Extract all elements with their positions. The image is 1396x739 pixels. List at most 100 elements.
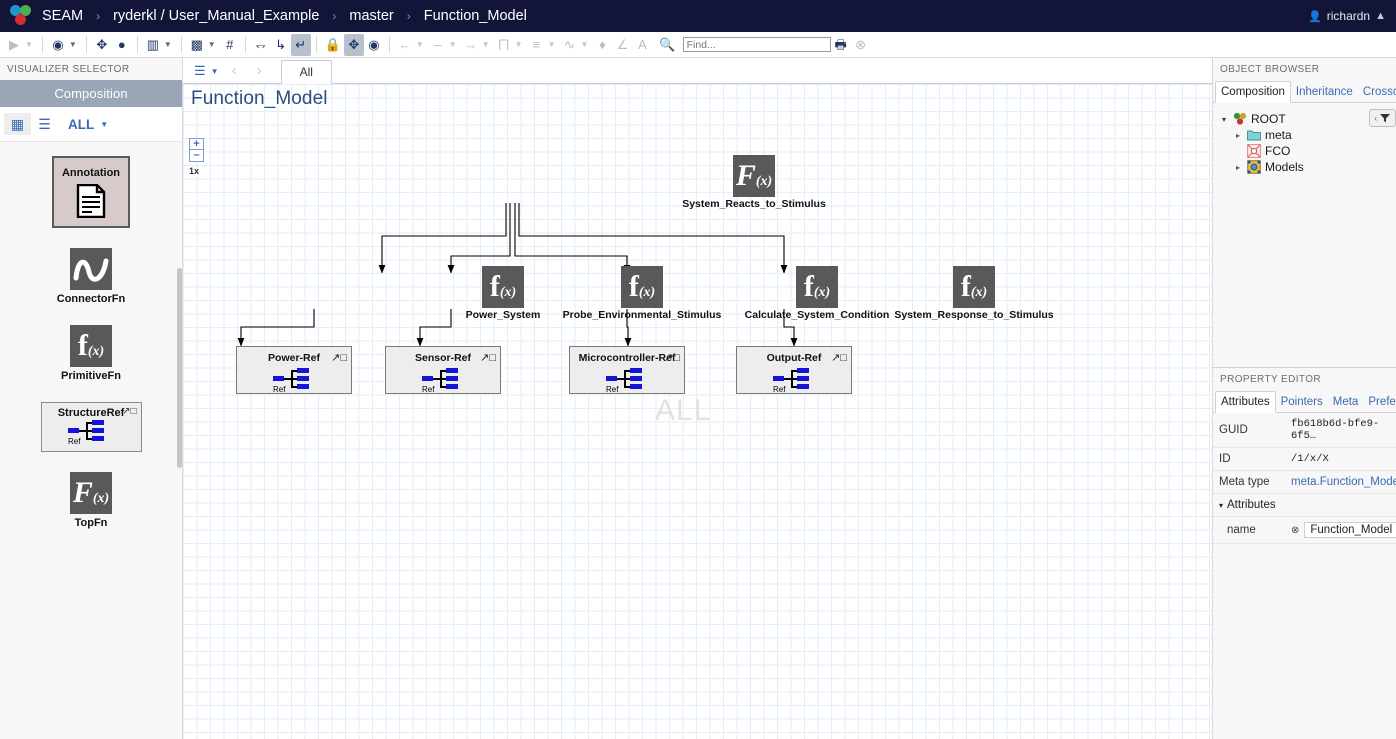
property-value[interactable]: /1/x/X xyxy=(1291,453,1390,465)
split-view-caret-icon[interactable]: ▼ xyxy=(163,40,176,49)
forward-arrow-button[interactable]: → xyxy=(461,34,481,56)
ref-tree-icon: Ref xyxy=(773,368,819,395)
tree-filter-button[interactable]: ‹ xyxy=(1369,109,1396,127)
minus-caret-icon[interactable]: ▼ xyxy=(448,40,461,49)
tab-attributes[interactable]: Attributes xyxy=(1215,391,1276,413)
grid-view-icon[interactable]: ▦ xyxy=(4,113,31,135)
diagram-node-probe-environmental-stimulus[interactable]: f(x) Probe_Environmental_Stimulus xyxy=(552,266,732,321)
settings-sliders-button[interactable]: ⨅ xyxy=(494,34,514,56)
prev-tab-button[interactable]: ‹ xyxy=(222,62,247,83)
breadcrumb-model[interactable]: Function_Model xyxy=(424,8,527,24)
grid-caret-icon[interactable]: ▼ xyxy=(207,40,220,49)
part-item-annotation[interactable]: Annotation xyxy=(0,156,182,228)
search-icon[interactable]: 🔍 xyxy=(656,34,678,56)
user-menu[interactable]: 👤 richardn ▲ xyxy=(1308,0,1386,32)
lock-button[interactable]: 🔒 xyxy=(322,34,344,56)
tree-node-root[interactable]: ▾ ROOT xyxy=(1217,111,1392,127)
line-tool-button[interactable]: ⥐ xyxy=(251,34,271,56)
tree-node-fco[interactable]: FCO xyxy=(1217,143,1392,159)
search-input[interactable] xyxy=(682,37,831,52)
pan-button[interactable]: ✥ xyxy=(343,33,364,56)
list-view-icon[interactable]: ☰ xyxy=(31,113,58,135)
part-item-primitivefn[interactable]: f(x) PrimitiveFn xyxy=(0,325,182,382)
split-view-button[interactable]: ▥ xyxy=(143,34,163,56)
part-item-structureref[interactable]: ↗□ StructureRef Ref xyxy=(0,402,182,452)
visualizer-composition-item[interactable]: Composition xyxy=(0,80,182,107)
elbow-line-button[interactable]: ↳ xyxy=(271,34,291,56)
external-link-icon[interactable]: ↗□ xyxy=(831,351,847,364)
part-item-connectorfn[interactable]: ConnectorFn xyxy=(0,248,182,305)
font-button[interactable]: A xyxy=(632,34,652,56)
breadcrumb-branch[interactable]: master xyxy=(349,8,393,24)
grid-button[interactable]: ▩ xyxy=(187,34,207,56)
clear-icon[interactable]: ⊗ xyxy=(851,34,871,56)
fill-color-button[interactable]: ♦ xyxy=(592,34,612,56)
diagram-canvas[interactable]: Function_Model + – 1x ALL F(x) System_Re… xyxy=(183,84,1212,739)
tree-node-models[interactable]: ▸ Models xyxy=(1217,159,1392,175)
move-button[interactable]: ✥ xyxy=(92,34,112,56)
diagram-ref-power-ref[interactable]: ↗□ Power-Ref Ref xyxy=(236,346,352,394)
list-menu-icon: ☰ xyxy=(194,63,206,78)
auto-route-button[interactable]: ↵ xyxy=(290,33,311,56)
tab-all[interactable]: All xyxy=(280,60,332,84)
chevron-expanded-icon[interactable]: ▾ xyxy=(1219,115,1229,124)
app-name[interactable]: SEAM xyxy=(42,8,83,24)
name-field[interactable]: Function_Model xyxy=(1304,522,1396,538)
object-browser-tabs: Composition Inheritance Crosscut xyxy=(1213,80,1396,103)
run-button[interactable]: ▶ xyxy=(4,34,24,56)
curve-button[interactable]: ∿ xyxy=(559,34,579,56)
tree-node-meta[interactable]: ▸ meta xyxy=(1217,127,1392,143)
back-caret-icon[interactable]: ▼ xyxy=(415,40,428,49)
tab-crosscut[interactable]: Crosscut xyxy=(1358,82,1396,102)
diagram-ref-microcontroller-ref[interactable]: ↗□ Microcontroller-Ref Ref xyxy=(569,346,685,394)
tab-preferences[interactable]: Preferences xyxy=(1363,392,1396,412)
diagram-node-system-response-to-stimulus[interactable]: f(x) System_Response_to_Stimulus xyxy=(884,266,1064,321)
curve-caret-icon[interactable]: ▼ xyxy=(579,40,592,49)
external-link-icon[interactable]: ↗□ xyxy=(480,351,496,364)
run-dropdown-caret-icon[interactable]: ▼ xyxy=(24,40,37,49)
eject-icon[interactable]: ▲ xyxy=(1375,10,1386,22)
breadcrumb-project[interactable]: ryderkl / User_Manual_Example xyxy=(113,8,319,24)
zoom-out-button[interactable]: – xyxy=(189,150,204,162)
property-value-link[interactable]: meta.Function_Model xyxy=(1291,476,1396,488)
part-label: StructureRef xyxy=(57,407,125,419)
fx-icon: f(x) xyxy=(796,266,838,308)
seam-logo-icon[interactable] xyxy=(10,5,32,27)
left-panel-scrollbar[interactable] xyxy=(177,268,182,468)
print-icon[interactable]: 🖶 xyxy=(831,34,851,56)
snap-grid-button[interactable]: # xyxy=(220,34,240,56)
chevron-collapsed-icon[interactable]: ▸ xyxy=(1233,163,1243,172)
diagram-node-root[interactable]: F(x) System_Reacts_to_Stimulus xyxy=(664,155,844,210)
visualizer-selector-title: VISUALIZER SELECTOR xyxy=(0,58,182,80)
diagram-ref-sensor-ref[interactable]: ↗□ Sensor-Ref Ref xyxy=(385,346,501,394)
check-dropdown-caret-icon[interactable]: ▼ xyxy=(68,40,81,49)
diagram-ref-output-ref[interactable]: ↗□ Output-Ref Ref xyxy=(736,346,852,394)
align-caret-icon[interactable]: ▼ xyxy=(547,40,560,49)
minus-button[interactable]: – xyxy=(428,34,448,56)
part-filter-dropdown[interactable]: ALL ▼ xyxy=(68,117,108,132)
attributes-section-header[interactable]: ▾ Attributes xyxy=(1213,494,1396,517)
back-arrow-button[interactable]: ← xyxy=(395,34,415,56)
parts-list: Annotation ConnectorFn f(x) PrimitiveFn … xyxy=(0,142,182,529)
tab-pointers[interactable]: Pointers xyxy=(1276,392,1328,412)
tab-meta[interactable]: Meta xyxy=(1328,392,1364,412)
visibility-button[interactable]: ◉ xyxy=(364,34,384,56)
tab-composition[interactable]: Composition xyxy=(1215,81,1291,103)
tree-node-label: meta xyxy=(1265,128,1292,142)
clear-field-icon[interactable]: ⊗ xyxy=(1291,525,1299,536)
tab-list-menu-button[interactable]: ☰ ▼ xyxy=(191,63,222,83)
external-link-icon[interactable]: ↗□ xyxy=(331,351,347,364)
next-tab-button[interactable]: › xyxy=(247,62,272,83)
pin-button[interactable]: ● xyxy=(112,34,132,56)
property-value[interactable]: fb618b6d-bfe9-6f5… xyxy=(1291,418,1390,442)
part-item-topfn[interactable]: F(x) TopFn xyxy=(0,472,182,529)
tab-inheritance[interactable]: Inheritance xyxy=(1291,82,1358,102)
forward-caret-icon[interactable]: ▼ xyxy=(481,40,494,49)
angle-button[interactable]: ∠ xyxy=(612,34,632,56)
align-button[interactable]: ≡ xyxy=(527,34,547,56)
check-button[interactable]: ◉ xyxy=(48,34,68,56)
diagram-node-calculate-system-condition[interactable]: f(x) Calculate_System_Condition xyxy=(727,266,907,321)
chevron-collapsed-icon[interactable]: ▸ xyxy=(1233,131,1243,140)
sliders-caret-icon[interactable]: ▼ xyxy=(514,40,527,49)
external-link-icon[interactable]: ↗□ xyxy=(664,351,680,364)
